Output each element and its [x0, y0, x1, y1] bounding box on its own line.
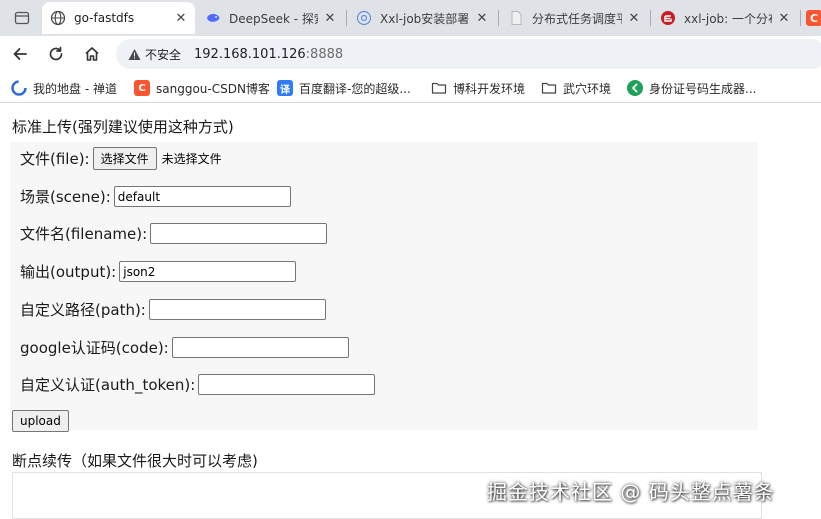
file-status: 未选择文件 [161, 152, 222, 166]
url-port: :8888 [305, 46, 344, 62]
auth-token-label: 自定义认证(auth_token): [20, 376, 196, 394]
tab-separator [498, 10, 499, 26]
back-button[interactable] [6, 40, 34, 68]
bookmark-label: 百度翻译-您的超级... [299, 81, 411, 96]
tab-title: xxl-job: 一个分布 [684, 11, 772, 26]
reload-icon [49, 46, 63, 61]
upload-button[interactable]: upload [12, 410, 69, 432]
standard-upload-title: 标准上传(强列建议使用这种方式) [12, 118, 234, 136]
file-label: 文件(file): [20, 150, 90, 168]
tab-title: 分布式任务调度平 [532, 11, 622, 26]
bookmark-folder-wuxue[interactable]: 武穴环境 [541, 79, 611, 97]
code-label: google认证码(code): [20, 339, 169, 357]
tab-title: DeepSeek - 探索 [229, 11, 318, 26]
auth-token-row: 自定义认证(auth_token): [20, 374, 376, 395]
home-icon [85, 47, 99, 61]
tab-title: go-fastdfs [74, 11, 135, 25]
tab-csdn[interactable]: C [802, 2, 821, 34]
browser-toolbar: 不安全 192.168.101.126:8888 [0, 36, 821, 72]
security-label: 不安全 [145, 47, 182, 62]
deepseek-whale-icon [205, 10, 221, 26]
tab-menu-button[interactable] [4, 2, 40, 34]
bookmark-label: 我的地盘 - 禅道 [33, 81, 117, 96]
gitee-icon [660, 10, 676, 26]
bookmark-baidu-translate[interactable]: 译 百度翻译-您的超级... [277, 79, 411, 97]
blank-page-icon [508, 10, 524, 26]
home-button[interactable] [78, 40, 106, 68]
back-arrow-icon [13, 48, 27, 60]
bookmark-folder-boke[interactable]: 博科开发环境 [431, 79, 525, 97]
bookmark-zentao[interactable]: 我的地盘 - 禅道 [11, 79, 117, 97]
close-icon[interactable]: ✕ [626, 10, 642, 26]
path-label: 自定义路径(path): [20, 301, 146, 319]
filename-row: 文件名(filename): [20, 223, 328, 244]
output-input[interactable] [119, 261, 297, 282]
path-row: 自定义路径(path): [20, 299, 326, 320]
folder-icon [431, 80, 447, 96]
xxl-job-icon [356, 10, 372, 26]
security-indicator[interactable]: 不安全 [124, 43, 188, 65]
code-row: google认证码(code): [20, 337, 349, 358]
folder-icon [541, 80, 557, 96]
bookmark-label: 博科开发环境 [453, 81, 526, 96]
tab-separator [650, 10, 651, 26]
scene-row: 场景(scene): [20, 186, 291, 207]
close-icon[interactable]: ✕ [776, 10, 792, 26]
csdn-icon: C [134, 80, 150, 96]
tab-strip: go-fastdfs ✕ DeepSeek - 探索 ✕ Xxl-job安装部署… [0, 0, 821, 36]
tab-distributed-scheduler[interactable]: 分布式任务调度平 ✕ [500, 2, 648, 34]
address-bar[interactable]: 不安全 192.168.101.126:8888 [116, 39, 821, 69]
google-code-input[interactable] [171, 337, 349, 358]
url-host: 192.168.101.126 [194, 46, 306, 62]
csdn-icon: C [806, 10, 821, 26]
globe-icon [50, 10, 66, 26]
tab-xxl-job-install[interactable]: Xxl-job安装部署 ✕ [348, 2, 496, 34]
output-label: 输出(output): [20, 263, 117, 281]
tab-go-fastdfs[interactable]: go-fastdfs ✕ [42, 2, 195, 34]
bookmark-label: 身份证号码生成器... [649, 81, 757, 96]
bookmark-label: sanggou-CSDN博客 [156, 81, 270, 96]
tab-deepseek[interactable]: DeepSeek - 探索 ✕ [197, 2, 344, 34]
scene-input[interactable] [113, 186, 291, 207]
watermark: 掘金技术社区 @ 码头整点薯条 [487, 480, 775, 504]
tab-separator [800, 10, 801, 26]
scene-label: 场景(scene): [20, 188, 111, 206]
tab-separator [346, 10, 347, 26]
path-input[interactable] [148, 299, 326, 320]
choose-file-button[interactable]: 选择文件 [92, 147, 157, 170]
tab-strip-icon [14, 10, 30, 26]
warning-triangle-icon [128, 48, 141, 60]
filename-label: 文件名(filename): [20, 225, 148, 243]
close-icon[interactable]: ✕ [322, 10, 338, 26]
output-row: 输出(output): [20, 261, 297, 282]
bookmarks-bar: 我的地盘 - 禅道 C sanggou-CSDN博客 译 百度翻译-您的超级..… [0, 72, 821, 103]
tab-xxl-job-gitee[interactable]: xxl-job: 一个分布 ✕ [652, 2, 798, 34]
auth-token-input[interactable] [198, 374, 376, 395]
bookmark-id-generator[interactable]: 身份证号码生成器... [627, 79, 756, 97]
resume-upload-title: 断点续传（如果文件很大时可以考虑) [12, 452, 258, 470]
baidu-translate-icon: 译 [277, 80, 293, 96]
close-icon[interactable]: ✕ [173, 10, 189, 26]
bookmark-label: 武穴环境 [563, 81, 612, 96]
tab-title: Xxl-job安装部署 [380, 11, 470, 26]
filename-input[interactable] [150, 223, 328, 244]
close-icon[interactable]: ✕ [474, 10, 490, 26]
reload-button[interactable] [42, 40, 70, 68]
file-row: 文件(file): 选择文件 未选择文件 [20, 147, 222, 170]
url-text[interactable]: 192.168.101.126:8888 [194, 47, 343, 62]
green-check-icon [627, 80, 643, 96]
bookmark-csdn-blog[interactable]: C sanggou-CSDN博客 [134, 79, 270, 97]
page-content: 标准上传(强列建议使用这种方式) 文件(file): 选择文件 未选择文件 场景… [0, 104, 821, 519]
zentao-icon [11, 80, 27, 96]
